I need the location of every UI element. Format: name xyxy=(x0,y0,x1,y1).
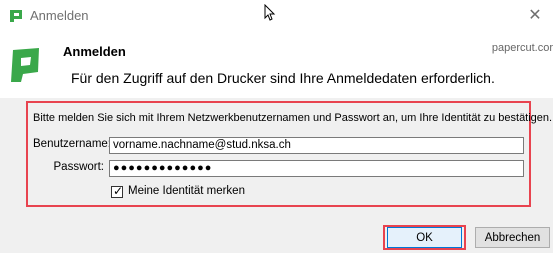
header-message: Für den Zugriff auf den Drucker sind Ihr… xyxy=(71,70,495,86)
remember-identity-checkbox[interactable]: ✓ xyxy=(111,184,124,198)
mouse-cursor-icon xyxy=(264,4,276,21)
dialog-header: Anmelden papercut.cor Für den Zugriff au… xyxy=(0,32,553,98)
window-title: Anmelden xyxy=(30,8,89,23)
papercut-app-logo-icon xyxy=(11,48,39,82)
brand-text: papercut.cor xyxy=(491,42,553,54)
title-bar: Anmelden ✕ xyxy=(0,0,553,32)
instructions-text: Bitte melden Sie sich mit Ihrem Netzwerk… xyxy=(33,112,553,124)
password-value: ●●●●●●●●●●●●● xyxy=(113,162,213,174)
dialog-title: Anmelden xyxy=(63,44,126,59)
ok-button[interactable]: OK xyxy=(387,227,462,248)
dialog-content: Bitte melden Sie sich mit Ihrem Netzwerk… xyxy=(0,98,553,253)
username-value: vorname.nachname@stud.nksa.ch xyxy=(113,139,291,151)
close-icon: ✕ xyxy=(528,7,542,24)
papercut-logo-icon xyxy=(10,10,22,22)
cancel-button[interactable]: Abbrechen xyxy=(475,227,550,248)
password-field[interactable]: ●●●●●●●●●●●●● xyxy=(109,160,524,177)
password-label: Passwort: xyxy=(53,161,105,173)
remember-identity-label[interactable]: Meine Identität merken xyxy=(128,185,245,197)
username-field[interactable]: vorname.nachname@stud.nksa.ch xyxy=(109,137,524,154)
checkmark-icon: ✓ xyxy=(113,184,124,198)
close-button[interactable]: ✕ xyxy=(523,4,547,26)
username-label: Benutzername: xyxy=(33,138,111,150)
